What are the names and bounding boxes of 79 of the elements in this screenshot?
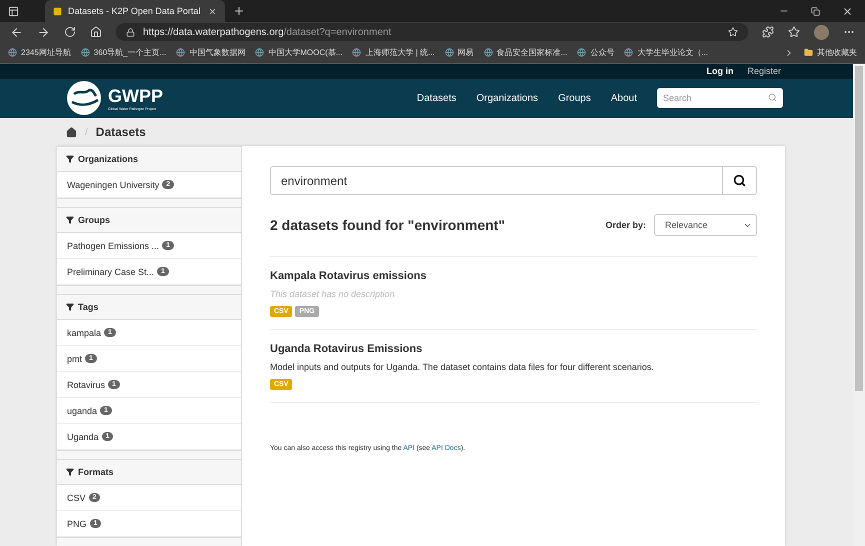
globe-icon [444, 48, 454, 57]
account-link[interactable]: Log in [706, 66, 734, 76]
avatar-icon[interactable] [814, 24, 829, 40]
logo-text: GWPP [108, 86, 164, 107]
filter-icon [66, 155, 74, 163]
facet-title: Groups [78, 215, 110, 225]
order-label: Order by: [605, 220, 646, 230]
browser-tab[interactable]: Datasets - K2P Open Data Portal [45, 0, 225, 22]
bookmark-item[interactable]: 公众号 [577, 47, 614, 58]
facet-title: Organizations [78, 154, 138, 164]
facet-label: Uganda [67, 432, 99, 442]
search-field[interactable]: environment [270, 166, 723, 195]
scrollbar[interactable] [853, 64, 865, 546]
globe-icon [577, 48, 586, 57]
bookmark-item[interactable]: 大学生毕业论文（... [624, 47, 708, 58]
home-icon[interactable] [90, 26, 102, 38]
nav-link[interactable]: About [610, 92, 637, 104]
search-button[interactable] [723, 166, 757, 195]
breadcrumb-separator: / [85, 126, 88, 138]
address-bar[interactable]: https://data.waterpathogens.org/dataset?q=environment [116, 23, 748, 41]
bookmark-folder[interactable]: 其他收藏夹 [804, 47, 857, 58]
globe-icon [484, 48, 493, 57]
bookmark-item[interactable]: 360导航_一个主页... [80, 47, 166, 58]
facet-label: Rotavirus [67, 380, 106, 390]
bookmark-item[interactable]: 网易 [444, 47, 474, 58]
globe-icon [255, 48, 264, 57]
account-link[interactable]: Register [747, 66, 781, 76]
bookmark-item[interactable]: 中国气象数据网 [176, 47, 246, 58]
back-icon[interactable] [10, 26, 23, 38]
order-select[interactable]: Relevance [654, 214, 757, 236]
close-icon[interactable] [208, 6, 217, 16]
search-field[interactable]: Search [657, 88, 783, 108]
globe-icon [8, 48, 17, 57]
facet-label: Preliminary Case St... [67, 266, 154, 276]
bookmark-item[interactable]: 上海师范大学 | 统... [352, 47, 435, 58]
nav-link[interactable]: Groups [558, 92, 591, 104]
facet-label: Pathogen Emissions ... [67, 240, 160, 250]
lock-icon [126, 28, 135, 36]
facet-label: CSV [67, 492, 86, 502]
facet-label: pmt [67, 354, 82, 364]
globe-icon [624, 48, 634, 57]
dataset-description: Model inputs and outputs for Uganda. The dataset contains data files for four different scenarios. [270, 362, 655, 372]
facet-label: kampala [67, 328, 102, 338]
forward-icon[interactable] [37, 26, 50, 38]
bookmark-item[interactable]: 中国大学MOOC(慕... [255, 47, 342, 58]
facet-label: PNG [67, 518, 87, 528]
url-text: https://data.waterpathogens.org/dataset?q=environment [143, 26, 392, 38]
filter-icon [66, 216, 74, 224]
reload-icon[interactable] [64, 26, 76, 38]
bookmark-item[interactable]: 食品安全国家标准... [484, 47, 568, 58]
globe-icon [352, 48, 362, 57]
tab-actions-icon[interactable] [8, 6, 19, 16]
site-icon [53, 6, 62, 16]
favorites-icon[interactable] [788, 26, 800, 38]
nav-link[interactable]: Datasets [416, 92, 456, 104]
dataset-title[interactable]: Kampala Rotavirus emissions [270, 270, 757, 282]
facet-title: Formats [78, 467, 114, 477]
results-heading: 2 datasets found for "environment" [270, 217, 506, 233]
facet-label: Wageningen University [67, 180, 160, 190]
bookmark-item[interactable]: 2345网址导航 [8, 47, 71, 58]
favorite-icon[interactable] [728, 27, 738, 37]
filter-icon [66, 303, 74, 311]
facet-title: Tags [78, 302, 98, 312]
house-icon[interactable] [66, 126, 77, 138]
dataset-title[interactable]: Uganda Rotavirus Emissions [270, 343, 757, 355]
globe-icon [176, 48, 186, 57]
nav-link[interactable]: Organizations [476, 92, 538, 104]
restore-icon[interactable] [811, 6, 820, 16]
folder-icon [804, 48, 813, 57]
globe-icon [80, 48, 90, 57]
search-icon [768, 93, 777, 102]
close-icon[interactable] [842, 6, 853, 16]
facet-label: uganda [67, 406, 98, 416]
select-value: Relevance [665, 220, 708, 230]
dataset-description: This dataset has no description [270, 289, 396, 299]
extension-icon[interactable] [762, 26, 774, 38]
filter-icon [66, 468, 74, 476]
breadcrumb-current: Datasets [96, 125, 146, 140]
search-icon [733, 174, 746, 187]
